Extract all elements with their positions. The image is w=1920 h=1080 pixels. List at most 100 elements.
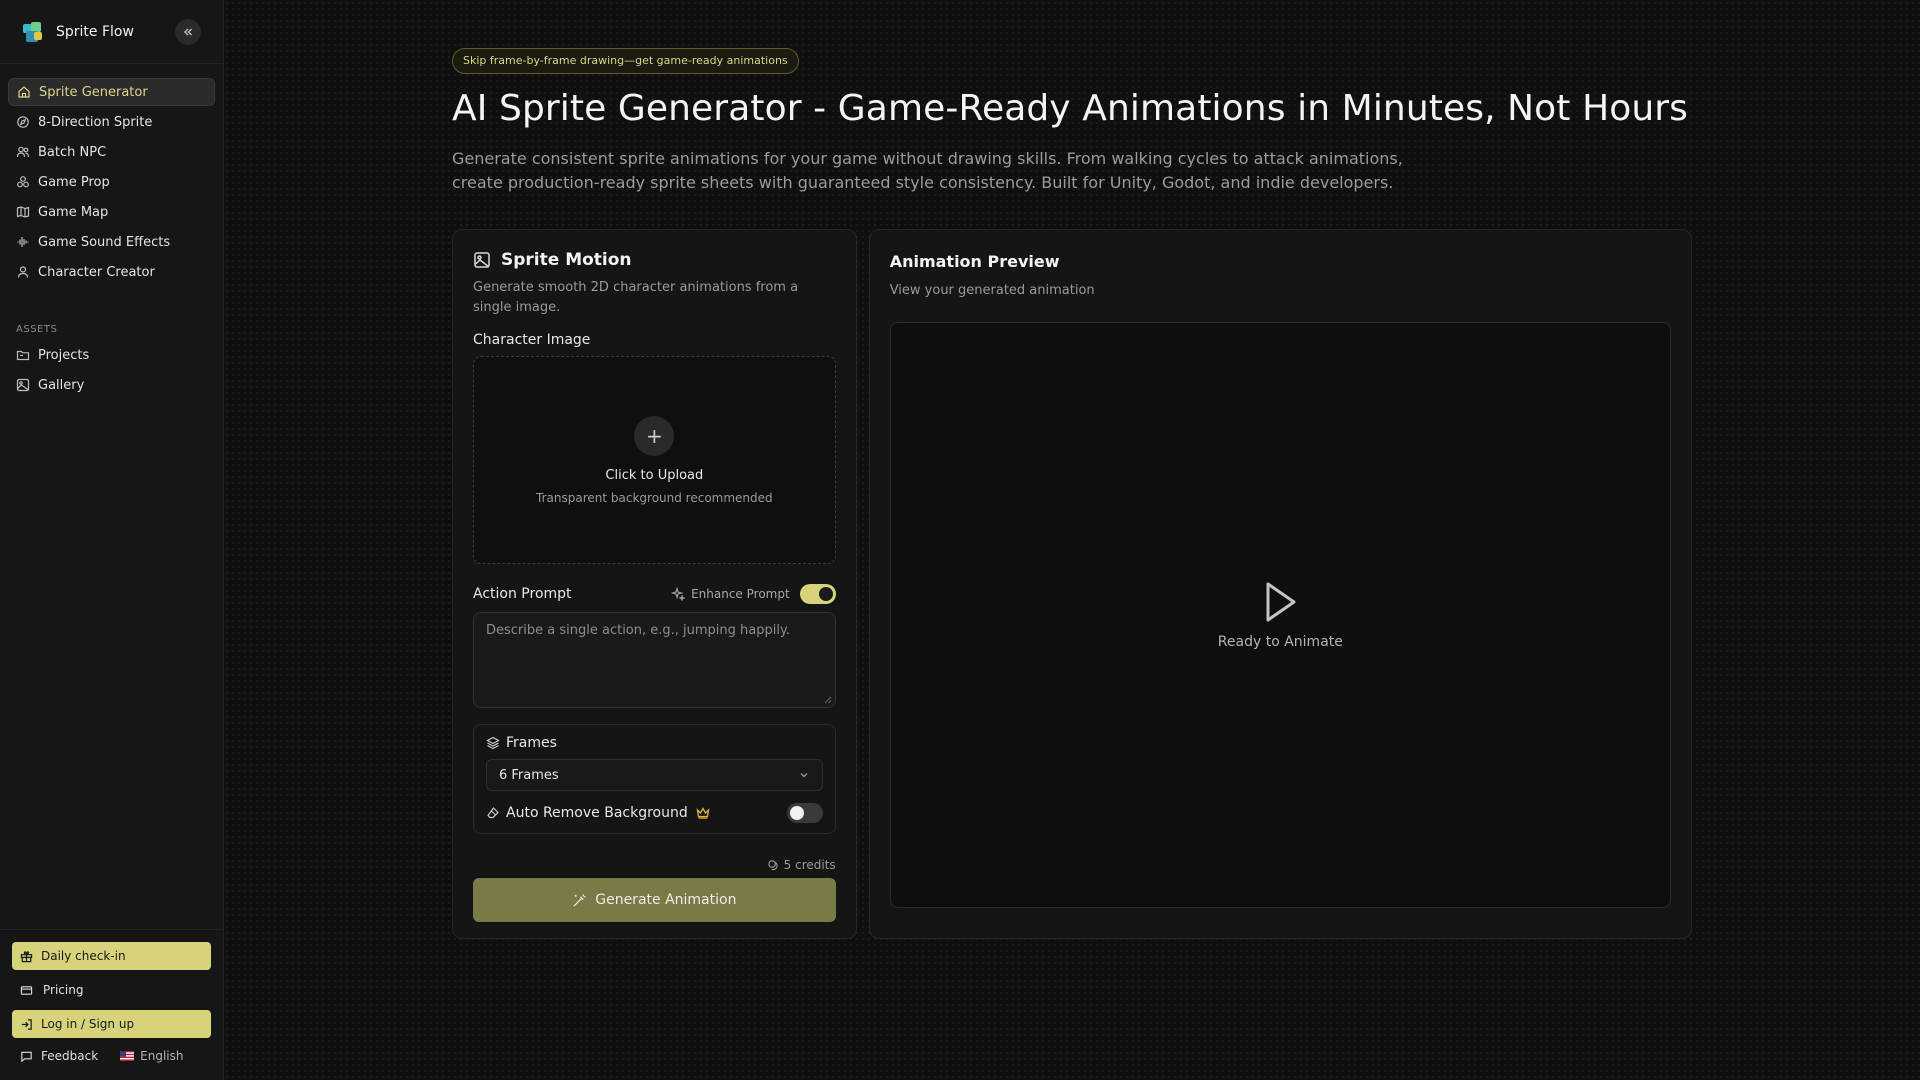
generation-settings: Frames 6 Frames Auto Remove Background <box>473 724 836 834</box>
main-nav: Sprite Generator 8-Direction Sprite Batc… <box>0 64 223 288</box>
plus-icon: + <box>634 415 675 456</box>
coins-icon <box>767 859 778 870</box>
action-prompt-label: Action Prompt <box>473 586 572 602</box>
animation-preview-desc: View your generated animation <box>889 283 1095 298</box>
enhance-prompt-label: Enhance Prompt <box>691 587 790 601</box>
credit-card-icon <box>20 985 33 995</box>
nav-item-sprite-generator[interactable]: Sprite Generator <box>8 78 215 106</box>
pricing-label: Pricing <box>43 983 84 997</box>
nav-item-game-prop[interactable]: Game Prop <box>8 168 215 196</box>
page-title: AI Sprite Generator - Game-Ready Animati… <box>452 88 1689 129</box>
shapes-icon <box>17 176 29 188</box>
frames-select[interactable]: 6 Frames <box>486 759 823 791</box>
character-image-label: Character Image <box>473 332 591 348</box>
user-icon <box>17 266 29 278</box>
login-icon <box>21 1018 32 1030</box>
animation-preview-area: Ready to Animate <box>889 322 1671 908</box>
chevron-down-icon <box>800 773 808 778</box>
pricing-link[interactable]: Pricing <box>12 976 211 1004</box>
nav-item-label: Projects <box>38 347 90 363</box>
nav-item-game-map[interactable]: Game Map <box>8 198 215 226</box>
daily-checkin-button[interactable]: Daily check-in <box>12 942 211 970</box>
chevrons-left-icon <box>184 28 192 35</box>
nav-item-gallery[interactable]: Gallery <box>8 371 215 399</box>
nav-item-label: Gallery <box>38 377 85 393</box>
layers-icon <box>486 736 500 750</box>
users-icon <box>16 146 30 158</box>
gift-icon <box>20 950 33 962</box>
eraser-icon <box>487 807 499 819</box>
sprite-motion-card: Sprite Motion Generate smooth 2D charact… <box>452 229 857 939</box>
sidebar-bottom: Daily check-in Pricing Log in / Sign up … <box>0 929 223 1080</box>
nav-item-label: Game Sound Effects <box>38 234 171 250</box>
character-image-upload[interactable]: + Click to Upload Transparent background… <box>473 356 836 564</box>
image-icon <box>16 378 30 392</box>
resize-handle-icon[interactable] <box>824 696 832 704</box>
toggle-knob <box>818 587 833 601</box>
message-square-icon <box>21 1051 32 1062</box>
tagline-pill: Skip frame-by-frame drawing—get game-rea… <box>452 48 799 74</box>
generate-animation-button[interactable]: Generate Animation <box>473 878 836 922</box>
frames-label: Frames <box>506 735 557 751</box>
brand-logo-icon[interactable] <box>20 19 46 45</box>
audio-wave-icon <box>17 237 29 247</box>
page-subtitle: Generate consistent sprite animations fo… <box>452 149 1403 192</box>
upload-title: Click to Upload <box>605 467 704 483</box>
home-icon <box>18 86 30 98</box>
animation-preview-title: Animation Preview <box>889 252 1060 271</box>
map-icon <box>16 206 30 218</box>
nav-item-projects[interactable]: Projects <box>8 341 215 369</box>
nav-item-label: Game Prop <box>38 174 110 190</box>
sprite-motion-title: Sprite Motion <box>501 250 632 270</box>
sidebar: Sprite Flow Sprite Generator 8-Direction… <box>0 0 224 1080</box>
nav-item-8-direction-sprite[interactable]: 8-Direction Sprite <box>8 108 215 136</box>
sprite-motion-desc: Generate smooth 2D character animations … <box>473 280 799 315</box>
language-label: English <box>140 1049 184 1063</box>
nav-item-character-creator[interactable]: Character Creator <box>8 258 215 286</box>
compass-icon <box>17 116 29 128</box>
credits-cost: 5 credits <box>473 858 836 872</box>
play-icon <box>1266 582 1296 622</box>
sprite-motion-title-row: Sprite Motion <box>473 250 836 270</box>
preview-status: Ready to Animate <box>1217 634 1343 650</box>
image-icon <box>474 252 490 268</box>
credits-value: 5 credits <box>783 858 836 872</box>
magic-wand-icon <box>573 893 586 907</box>
nav-item-label: Batch NPC <box>38 144 107 160</box>
login-signup-button[interactable]: Log in / Sign up <box>12 1010 211 1038</box>
enhance-prompt-label-row: Enhance Prompt <box>671 587 790 601</box>
toggle-knob <box>789 806 804 820</box>
crown-icon <box>696 807 710 819</box>
generate-animation-label: Generate Animation <box>595 892 737 908</box>
folder-icon <box>16 350 30 361</box>
nav-item-label: 8-Direction Sprite <box>38 114 153 130</box>
action-prompt-input[interactable]: Describe a single action, e.g., jumping … <box>473 612 836 708</box>
language-selector[interactable]: English <box>120 1049 184 1063</box>
nav-item-label: Game Map <box>38 204 109 220</box>
auto-remove-bg-row: Auto Remove Background <box>486 803 823 823</box>
daily-checkin-label: Daily check-in <box>41 949 126 963</box>
nav-item-batch-npc[interactable]: Batch NPC <box>8 138 215 166</box>
assets-section-label: ASSETS <box>16 324 58 335</box>
us-flag-icon <box>120 1051 135 1061</box>
main-content: Skip frame-by-frame drawing—get game-rea… <box>224 0 1920 1080</box>
enhance-prompt-toggle[interactable] <box>799 584 836 604</box>
animation-preview-card: Animation Preview View your generated an… <box>868 229 1692 939</box>
action-prompt-placeholder: Describe a single action, e.g., jumping … <box>486 623 790 638</box>
nav-item-game-sound-effects[interactable]: Game Sound Effects <box>8 228 215 256</box>
nav-item-label: Character Creator <box>38 264 155 280</box>
collapse-sidebar-button[interactable] <box>175 18 201 45</box>
footer-row: Feedback English <box>12 1044 211 1068</box>
login-signup-label: Log in / Sign up <box>41 1017 135 1031</box>
nav-item-label: Sprite Generator <box>39 84 148 100</box>
frames-select-value: 6 Frames <box>499 767 559 783</box>
auto-remove-bg-toggle[interactable] <box>786 803 823 823</box>
upload-hint: Transparent background recommended <box>536 490 773 505</box>
sparkles-icon <box>671 587 686 601</box>
brand-header: Sprite Flow <box>0 0 223 64</box>
brand-name: Sprite Flow <box>56 23 134 40</box>
assets-nav: Projects Gallery <box>0 341 223 401</box>
feedback-link[interactable]: Feedback <box>41 1049 98 1063</box>
auto-remove-bg-label: Auto Remove Background <box>506 805 688 821</box>
frames-label-row: Frames <box>486 735 823 751</box>
